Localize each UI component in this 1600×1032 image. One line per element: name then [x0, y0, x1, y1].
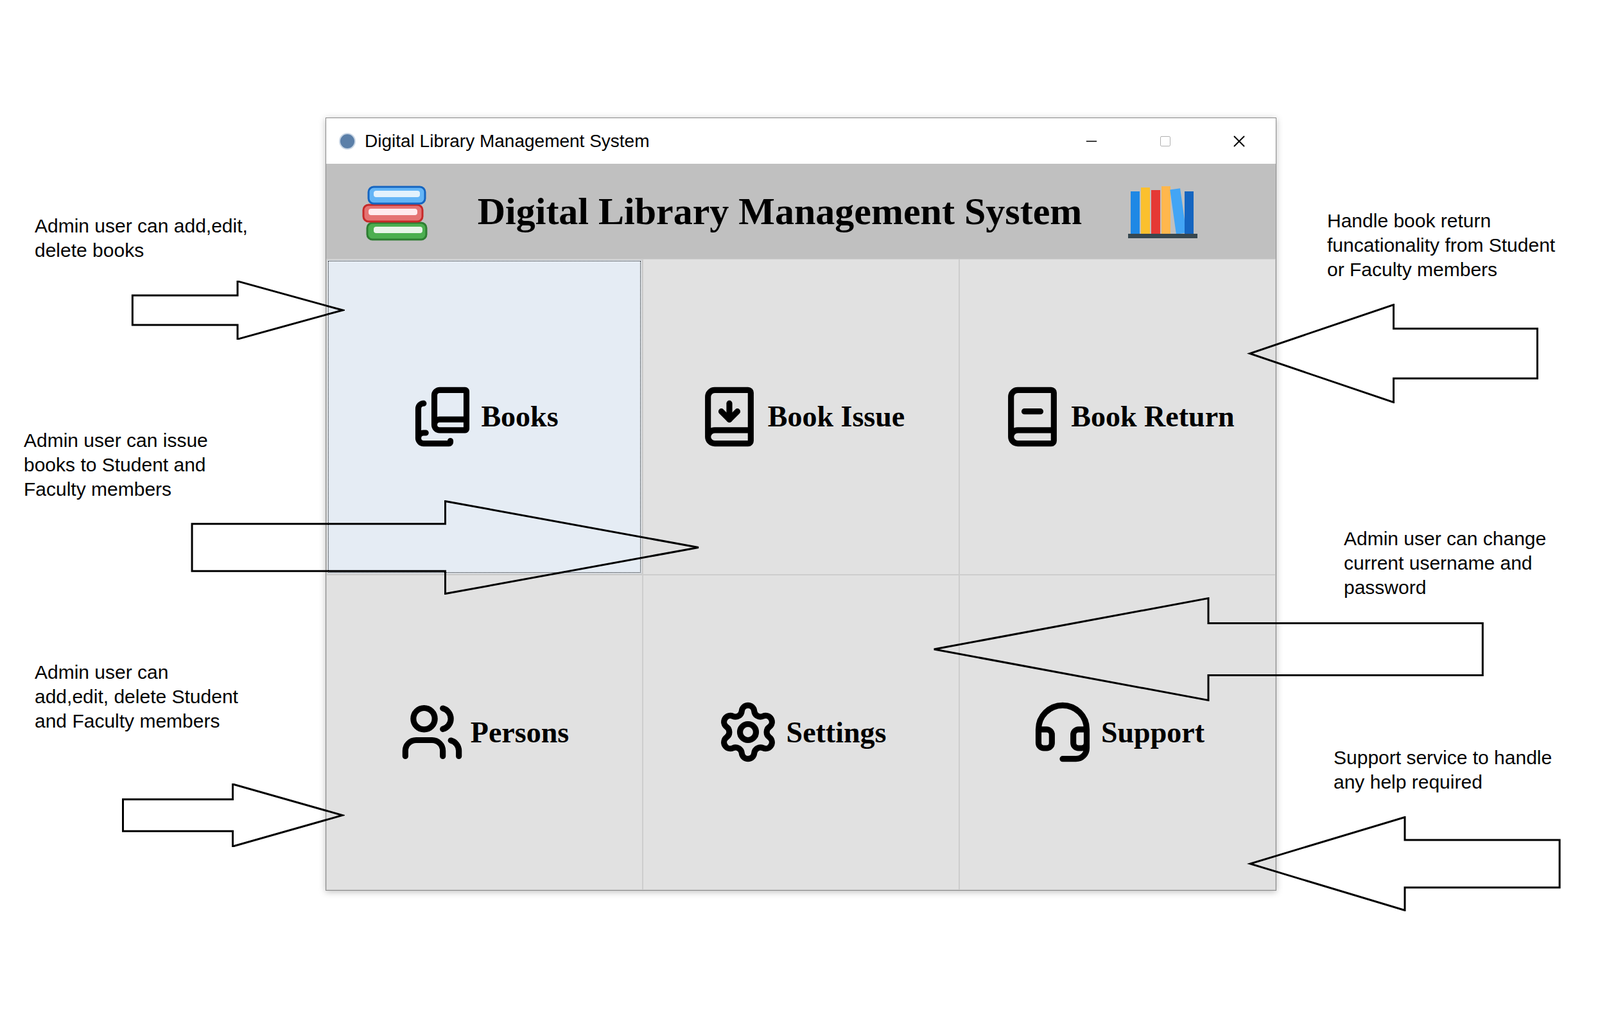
- window-title: Digital Library Management System: [364, 127, 650, 155]
- close-icon: [1229, 131, 1249, 151]
- menu-tile[interactable]: Books: [326, 258, 643, 575]
- tile-label: Book Return: [1070, 394, 1235, 439]
- annotation-line: Support service to handle: [1333, 745, 1552, 770]
- annotation-line: Admin user can add,edit,: [34, 213, 248, 239]
- annotation-line: Admin user can change: [1343, 526, 1547, 551]
- annotation-line: Admin user can issue: [23, 428, 209, 453]
- annotation: Admin user can issuebooks to Student and…: [23, 428, 209, 502]
- tile-label: Book Issue: [767, 394, 905, 439]
- left-arrow-icon: [1246, 816, 1563, 912]
- tile-label: Support: [1101, 710, 1205, 755]
- minimize-icon: [1083, 132, 1100, 150]
- header-title: Digital Library Management System: [432, 182, 1127, 241]
- book-return-icon: [1000, 384, 1065, 449]
- tile-label: Persons: [470, 710, 569, 755]
- annotation-line: any help required: [1333, 769, 1552, 795]
- menu-tile[interactable]: Persons: [326, 574, 643, 891]
- right-arrow-icon: [120, 783, 345, 847]
- menu-tile[interactable]: Book Return: [959, 258, 1276, 575]
- menu-tile[interactable]: Settings: [642, 574, 960, 891]
- app-icon: [339, 132, 356, 150]
- annotation-line: or Faculty members: [1327, 257, 1556, 282]
- left-arrow-icon: [928, 597, 1489, 702]
- annotation-line: current username and: [1343, 550, 1547, 576]
- tile-label: Settings: [786, 710, 887, 755]
- annotation: Admin user can add,edit,delete books: [34, 213, 248, 263]
- title-bar: Digital Library Management System: [326, 118, 1276, 164]
- annotation-line: books to Student and: [23, 452, 209, 478]
- annotation-line: password: [1343, 575, 1547, 600]
- gear-icon: [715, 699, 781, 765]
- annotation-line: Admin user can: [34, 660, 239, 685]
- maximize-button[interactable]: [1128, 118, 1202, 164]
- close-button[interactable]: [1201, 118, 1276, 164]
- left-arrow-icon: [1246, 303, 1541, 404]
- annotation: Admin user can changecurrent username an…: [1343, 526, 1547, 600]
- page: Digital Library Management System Digital…: [0, 0, 1600, 1032]
- annotation-line: funcationality from Student: [1327, 233, 1556, 258]
- menu-tile[interactable]: Support: [959, 574, 1276, 891]
- book-issue-icon: [697, 384, 762, 449]
- annotation: Handle book returnfuncationality from St…: [1327, 208, 1556, 282]
- right-arrow-icon: [186, 500, 704, 595]
- tile-grid: Books Book Issue Book Return Persons Setting…: [326, 258, 1276, 890]
- support-agent-icon: [1030, 699, 1095, 765]
- annotation-line: and Faculty members: [34, 708, 239, 734]
- annotation-line: Faculty members: [23, 477, 209, 502]
- annotation: Admin user canadd,edit, delete Studentan…: [34, 660, 239, 734]
- annotation-line: Handle book return: [1327, 208, 1556, 234]
- header-band: Digital Library Management System: [326, 163, 1276, 259]
- book-stack-logo-icon: [358, 175, 433, 248]
- persons-icon: [400, 699, 465, 765]
- minimize-button[interactable]: [1054, 118, 1129, 164]
- right-arrow-icon: [130, 280, 345, 340]
- annotation-line: delete books: [34, 238, 248, 263]
- annotation: Support service to handleany help requir…: [1333, 745, 1552, 795]
- menu-tile[interactable]: Book Issue: [642, 258, 960, 575]
- maximize-icon: [1158, 134, 1172, 148]
- tile-label: Books: [480, 394, 558, 439]
- books-icon: [410, 384, 475, 449]
- bookshelf-logo-icon: [1126, 182, 1199, 241]
- app-window: Digital Library Management System Digital…: [325, 117, 1277, 891]
- annotation-line: add,edit, delete Student: [34, 684, 239, 709]
